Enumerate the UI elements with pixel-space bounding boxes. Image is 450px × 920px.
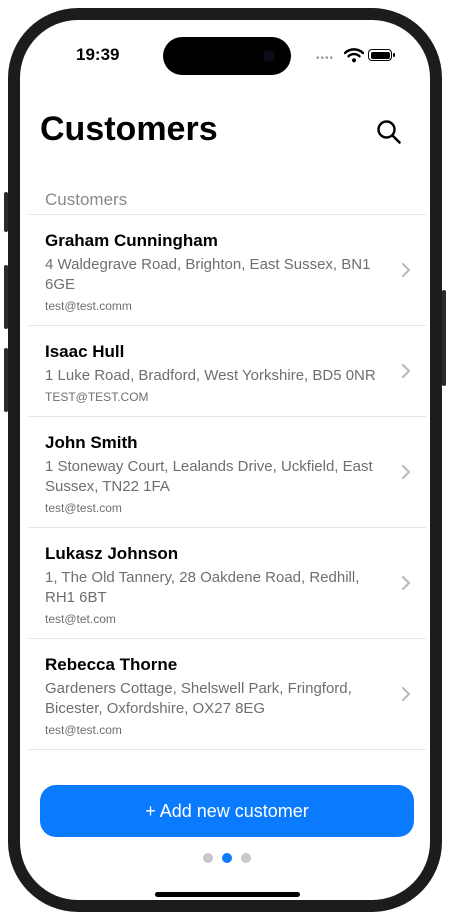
page-dot[interactable] bbox=[203, 853, 213, 863]
chevron-right-icon bbox=[402, 263, 410, 277]
customer-address: 4 Waldegrave Road, Brighton, East Sussex… bbox=[45, 256, 371, 293]
section-header: Customers bbox=[45, 190, 128, 209]
customer-email: test@test.com bbox=[45, 501, 122, 515]
customer-address: 1 Luke Road, Bradford, West Yorkshire, B… bbox=[45, 367, 376, 384]
action-button bbox=[4, 192, 8, 232]
customer-name: Lukasz Johnson bbox=[45, 544, 179, 563]
customer-row[interactable]: Rebecca Thorne Gardeners Cottage, Shelsw… bbox=[28, 639, 426, 750]
customer-address: Gardeners Cottage, Shelswell Park, Fring… bbox=[45, 680, 352, 717]
camera-icon bbox=[263, 50, 275, 62]
customer-name: Isaac Hull bbox=[45, 342, 125, 361]
power-button bbox=[442, 290, 446, 386]
signal-dots-icon: •••• bbox=[316, 53, 335, 64]
customer-email: test@test.comm bbox=[45, 299, 132, 313]
customer-row[interactable]: Isaac Hull 1 Luke Road, Bradford, West Y… bbox=[28, 326, 426, 417]
page-indicator[interactable] bbox=[203, 853, 251, 863]
customer-address: 1 Stoneway Court, Lealands Drive, Uckfie… bbox=[45, 458, 373, 495]
volume-down-button bbox=[4, 348, 8, 412]
status-icons: •••• bbox=[316, 46, 396, 66]
customer-row[interactable]: Graham Cunningham 4 Waldegrave Road, Bri… bbox=[28, 215, 426, 326]
page-dot[interactable] bbox=[241, 853, 251, 863]
chevron-right-icon bbox=[402, 364, 410, 378]
customer-name: Graham Cunningham bbox=[45, 231, 218, 250]
customer-email: test@test.com bbox=[45, 723, 122, 737]
status-time: 19:39 bbox=[76, 45, 120, 64]
wifi-icon bbox=[344, 48, 364, 63]
customer-address: 1, The Old Tannery, 28 Oakdene Road, Red… bbox=[45, 569, 360, 606]
customer-name: John Smith bbox=[45, 433, 138, 452]
page-title: Customers bbox=[40, 110, 218, 148]
search-icon[interactable] bbox=[376, 119, 402, 145]
chevron-right-icon bbox=[402, 576, 410, 590]
chevron-right-icon bbox=[402, 687, 410, 701]
battery-icon bbox=[368, 49, 395, 61]
customer-name: Rebecca Thorne bbox=[45, 655, 178, 674]
home-indicator[interactable] bbox=[155, 892, 300, 897]
volume-up-button bbox=[4, 265, 8, 329]
customer-list: Graham Cunningham 4 Waldegrave Road, Bri… bbox=[28, 214, 426, 750]
chevron-right-icon bbox=[402, 465, 410, 479]
add-customer-button[interactable]: + Add new customer bbox=[40, 785, 414, 837]
page-dot-active[interactable] bbox=[222, 853, 232, 863]
customer-row[interactable]: John Smith 1 Stoneway Court, Lealands Dr… bbox=[28, 417, 426, 528]
customer-email: test@tet.com bbox=[45, 612, 116, 626]
customer-email: TEST@TEST.COM bbox=[45, 390, 149, 404]
customer-row[interactable]: Lukasz Johnson 1, The Old Tannery, 28 Oa… bbox=[28, 528, 426, 639]
